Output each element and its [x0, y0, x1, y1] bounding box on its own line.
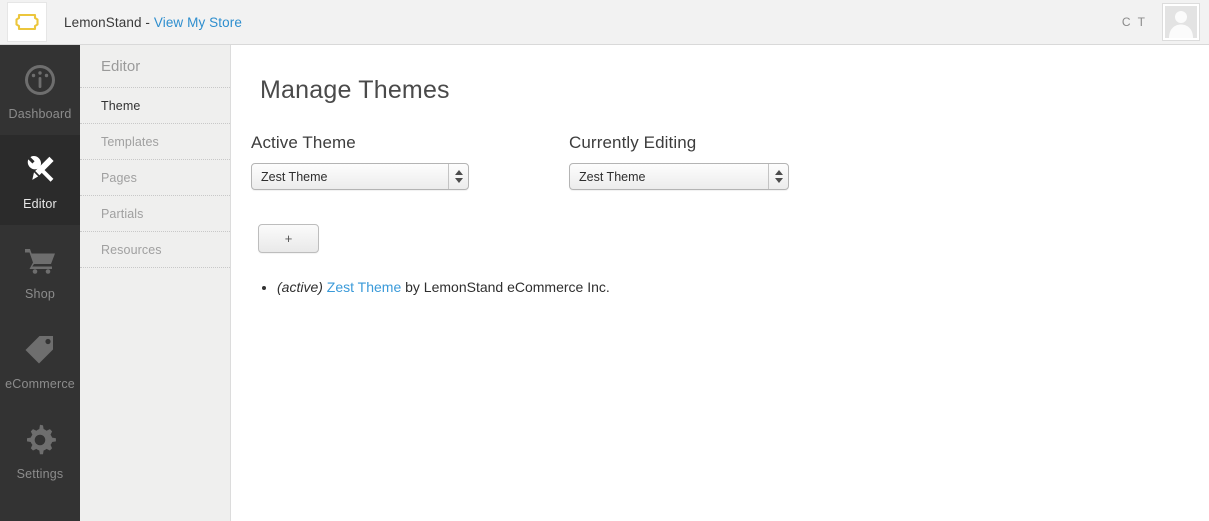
gauge-icon	[23, 60, 57, 100]
active-theme-selected-value: Zest Theme	[261, 169, 328, 184]
tag-icon	[23, 330, 57, 370]
sidebar-label-shop: Shop	[25, 286, 55, 301]
subnav-item-templates[interactable]: Templates	[80, 124, 230, 160]
secondary-sidebar-title: Editor	[80, 45, 230, 88]
main-content: Manage Themes Active Theme Zest Theme Cu…	[232, 45, 1209, 521]
user-silhouette-icon	[1165, 6, 1197, 38]
sidebar-item-dashboard[interactable]: Dashboard	[0, 45, 80, 135]
primary-sidebar: Dashboard Editor Shop eCommerce Settings	[0, 45, 80, 521]
active-theme-label: Active Theme	[251, 133, 356, 152]
secondary-sidebar: Editor Theme Templates Pages Partials Re…	[80, 45, 231, 521]
gear-icon	[23, 420, 57, 460]
currently-editing-selected-value: Zest Theme	[579, 169, 646, 184]
brand-name: LemonStand -	[64, 14, 154, 30]
theme-author-text: by LemonStand eCommerce Inc.	[401, 279, 610, 295]
sidebar-label-ecommerce: eCommerce	[5, 376, 75, 391]
view-my-store-link[interactable]: View My Store	[154, 15, 242, 30]
currently-editing-select[interactable]: Zest Theme	[569, 163, 789, 190]
currently-editing-label: Currently Editing	[569, 133, 697, 152]
sidebar-item-shop[interactable]: Shop	[0, 225, 80, 315]
page-title: Manage Themes	[260, 76, 450, 104]
chevron-updown-icon	[448, 164, 468, 189]
subnav-item-theme[interactable]: Theme	[80, 88, 230, 124]
avatar[interactable]	[1163, 4, 1199, 40]
cart-icon	[23, 240, 57, 280]
active-theme-select[interactable]: Zest Theme	[251, 163, 469, 190]
theme-list: (active) Zest Theme by LemonStand eComme…	[277, 278, 610, 298]
sidebar-label-settings: Settings	[16, 466, 64, 481]
lemonstand-logo[interactable]	[7, 2, 47, 42]
brand-text: LemonStand - View My Store	[64, 15, 242, 30]
currently-editing-field: Currently Editing Zest Theme	[569, 133, 789, 190]
chevron-updown-icon	[768, 164, 788, 189]
sidebar-item-ecommerce[interactable]: eCommerce	[0, 315, 80, 405]
subnav-item-pages[interactable]: Pages	[80, 160, 230, 196]
sidebar-item-settings[interactable]: Settings	[0, 405, 80, 495]
lemon-outline-icon	[15, 12, 39, 32]
active-theme-field: Active Theme Zest Theme	[251, 133, 469, 190]
theme-status-badge: (active)	[277, 279, 323, 295]
subnav-item-partials[interactable]: Partials	[80, 196, 230, 232]
tools-icon	[23, 150, 57, 190]
theme-name-link[interactable]: Zest Theme	[327, 279, 401, 295]
header-user-area: C T	[1122, 4, 1209, 40]
sidebar-item-editor[interactable]: Editor	[0, 135, 80, 225]
theme-list-item: (active) Zest Theme by LemonStand eComme…	[277, 278, 610, 298]
sidebar-label-dashboard: Dashboard	[8, 106, 72, 121]
sidebar-label-editor: Editor	[23, 196, 57, 211]
add-theme-button[interactable]: +	[258, 224, 319, 253]
top-header-bar: LemonStand - View My Store C T	[0, 0, 1209, 45]
user-initials: C T	[1121, 15, 1147, 29]
subnav-item-resources[interactable]: Resources	[80, 232, 230, 268]
